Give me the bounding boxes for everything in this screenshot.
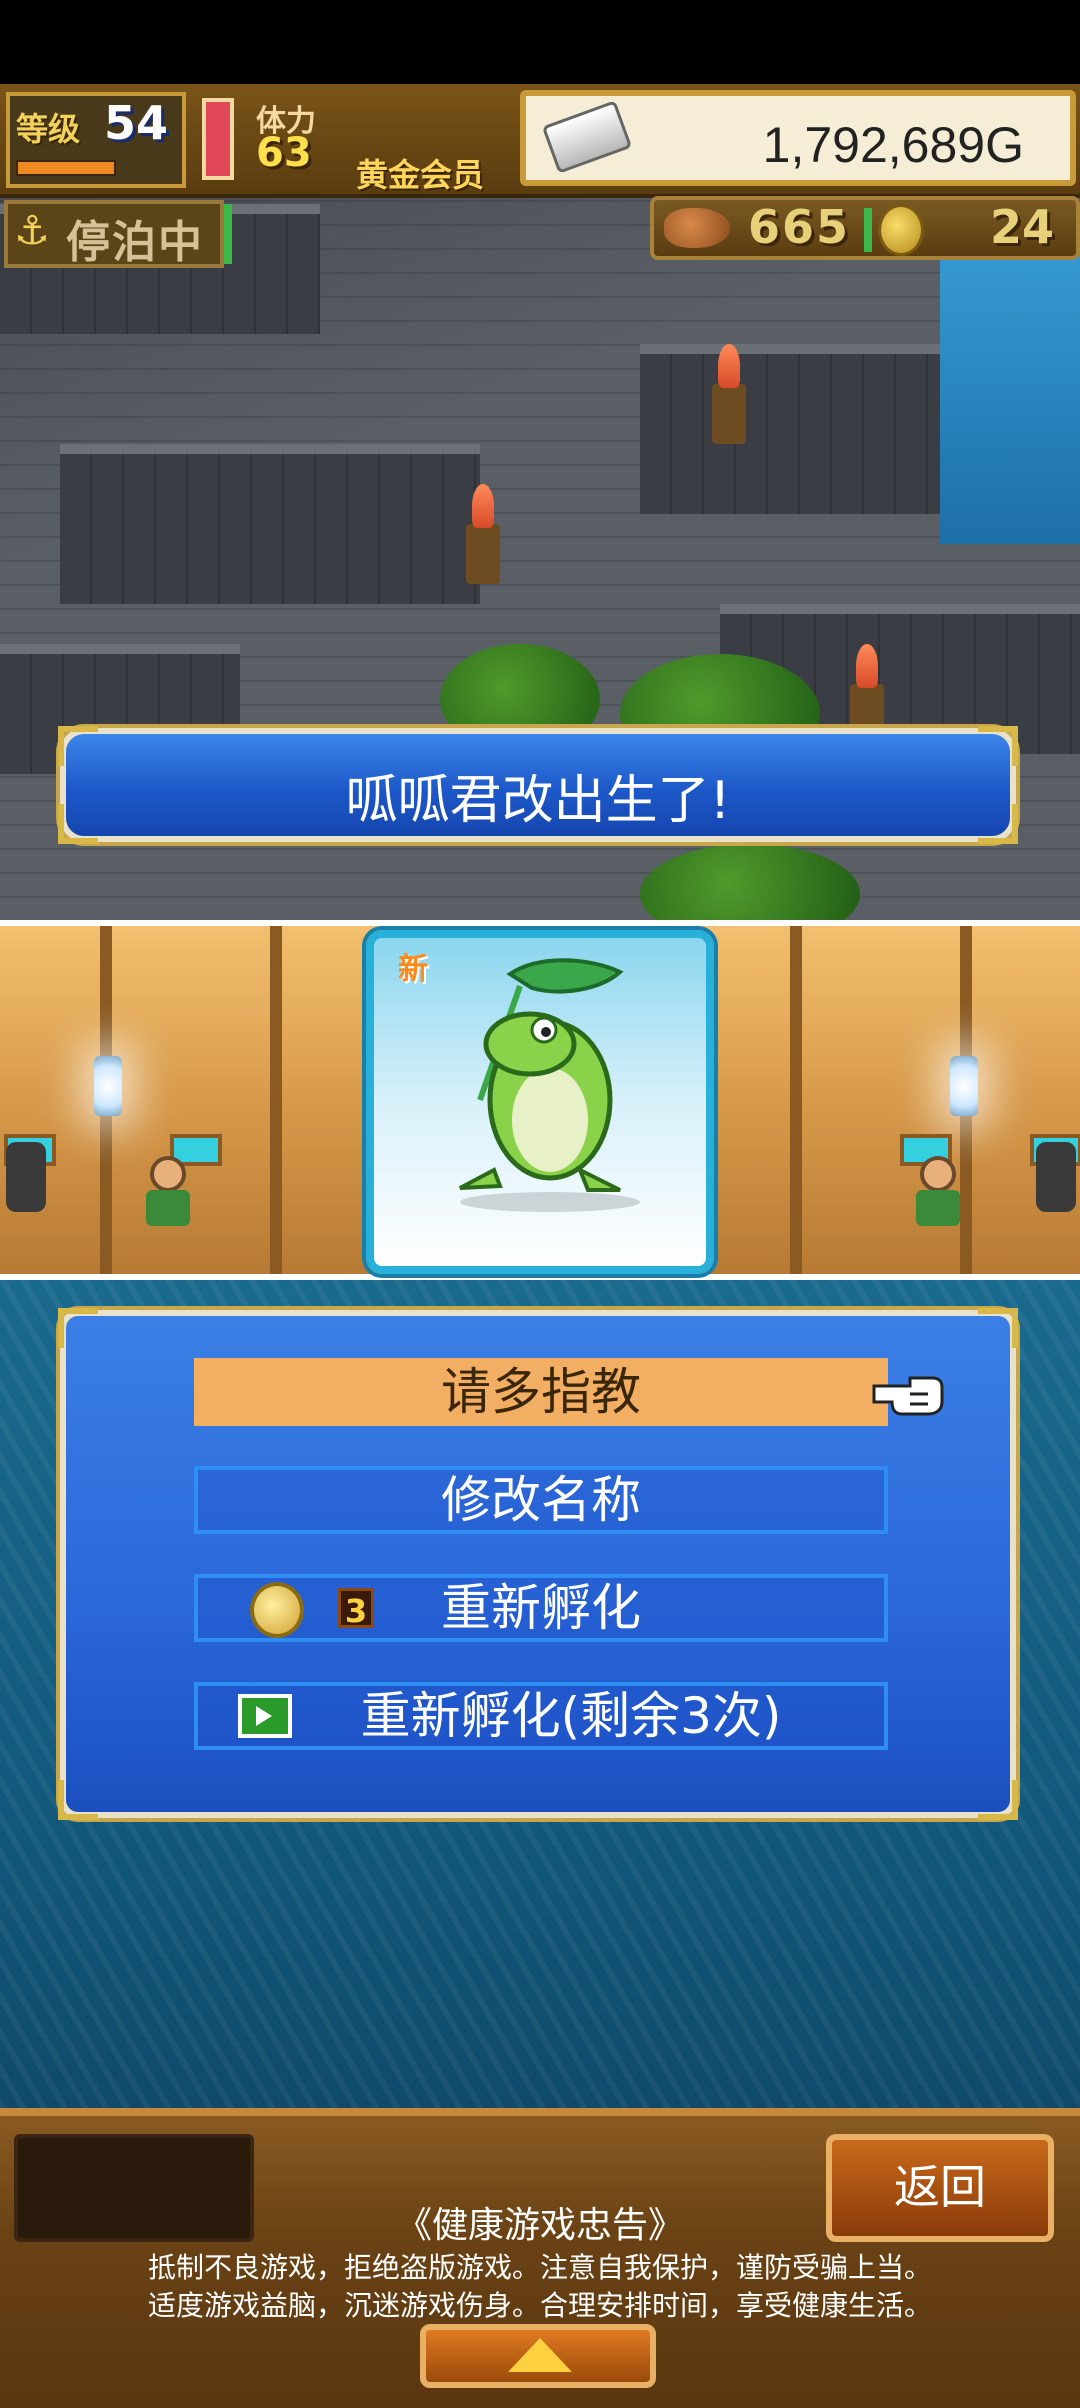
- video-play-icon: [238, 1694, 292, 1738]
- experience-bar: [16, 160, 116, 176]
- food-count: 665: [748, 200, 851, 254]
- rename-option[interactable]: 修改名称: [194, 1466, 888, 1534]
- crew-member: [910, 1156, 966, 1230]
- anchor-icon: ⚓: [14, 208, 50, 254]
- health-notice-line: 适度游戏益脑，沉迷游戏伤身。合理安排时间，享受健康生活。: [147, 2289, 932, 2322]
- rehatch-cost: 3: [338, 1588, 374, 1630]
- member-status: 黄金会员: [356, 156, 485, 194]
- docked-indicator: [224, 204, 232, 264]
- food-icon: [664, 208, 730, 248]
- docked-label: 停泊中: [66, 217, 204, 268]
- health-notice-line: 抵制不良游戏，拒绝盗版游戏。注意自我保护，谨防受骗上当。: [147, 2251, 932, 2284]
- resource-separator: [864, 208, 872, 252]
- chevron-up-icon: [508, 2338, 572, 2372]
- crew-member: [140, 1156, 196, 1230]
- frog-icon: [459, 958, 640, 1212]
- coin-icon: [250, 1582, 304, 1638]
- health-notice-title: 《健康游戏忠告》: [395, 2205, 684, 2246]
- coin-count: 24: [990, 200, 1055, 254]
- level-value: 54: [104, 96, 169, 150]
- level-label: 等级: [16, 110, 81, 148]
- announcement-text: 呱呱君改出生了!: [345, 771, 731, 831]
- status-bar: [0, 0, 1080, 84]
- stamina-gauge: [202, 98, 234, 180]
- coin-icon: [878, 204, 924, 256]
- rehatch-video-option[interactable]: 重新孵化(剩余3次): [194, 1682, 888, 1750]
- gold-amount: 1,792,689G: [762, 117, 1024, 173]
- pointer-hand-icon: [872, 1376, 944, 1416]
- greet-option[interactable]: 请多指教: [194, 1358, 888, 1426]
- stamina-value: 63: [256, 130, 312, 176]
